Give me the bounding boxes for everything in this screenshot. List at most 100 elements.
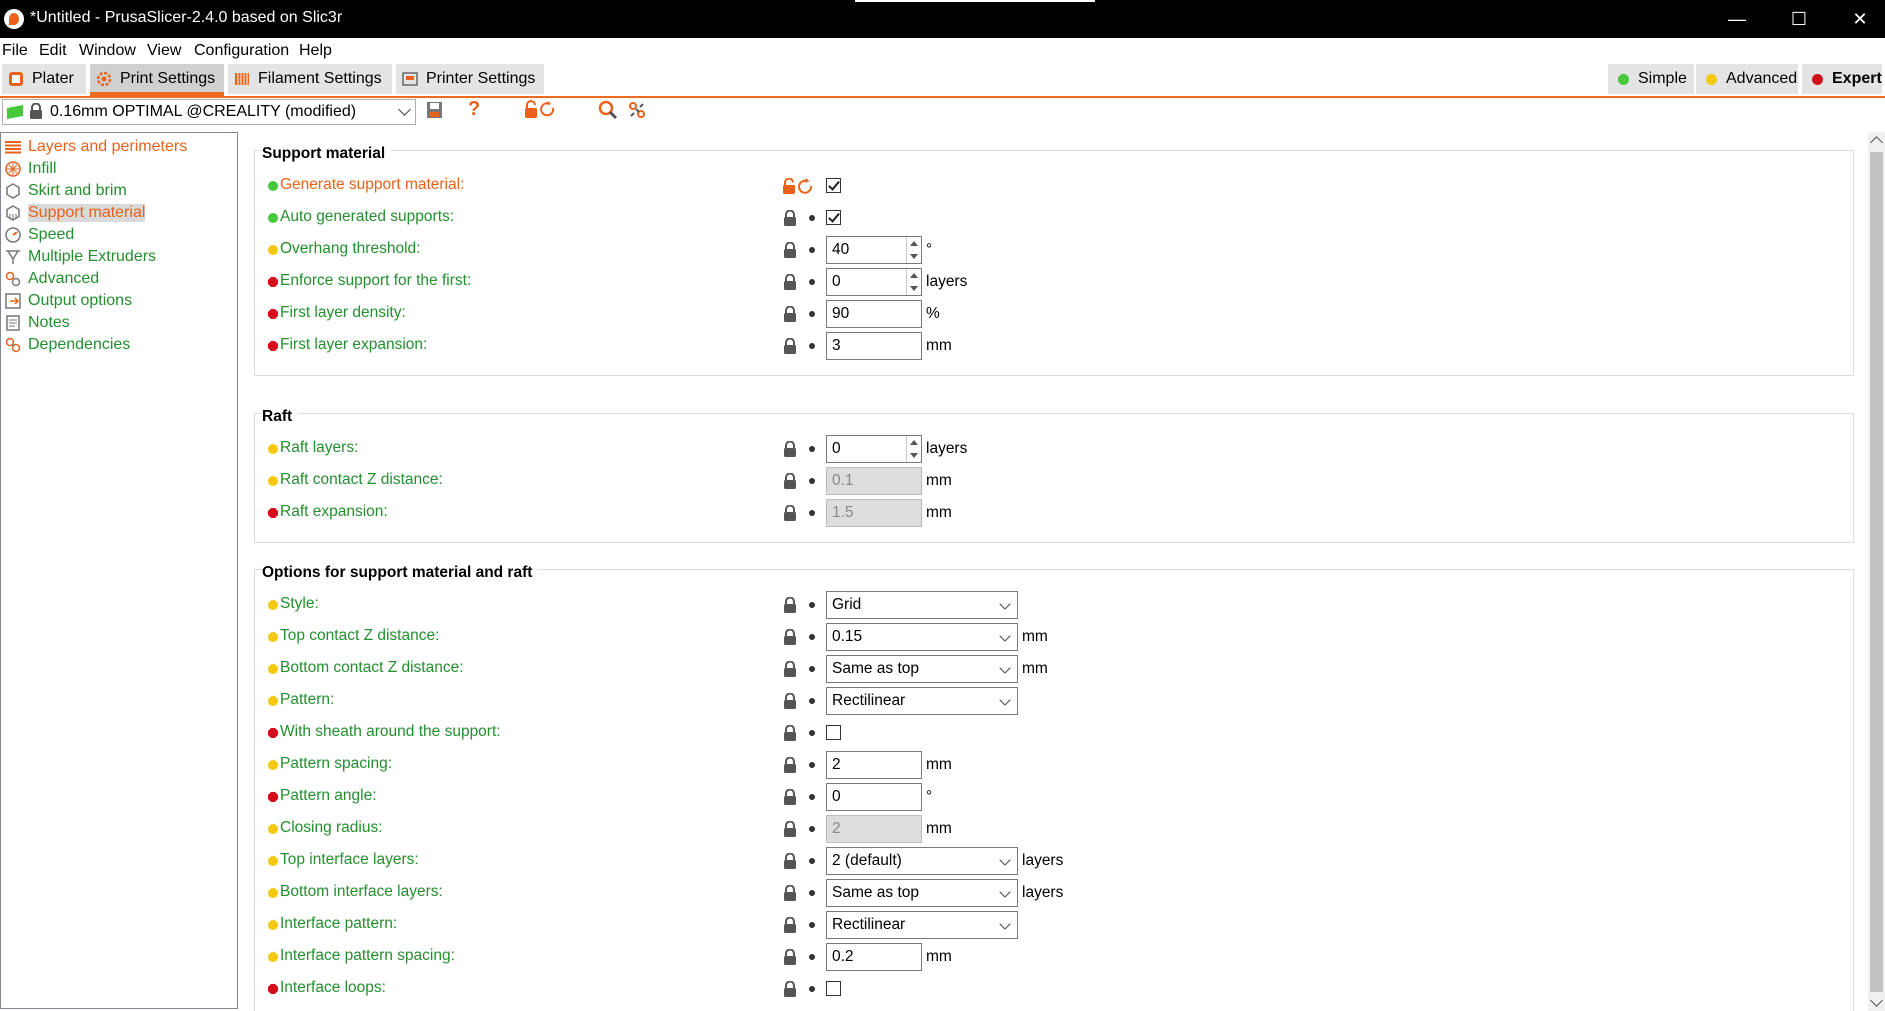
first-layer-density-input[interactable]: 90: [826, 300, 922, 328]
select-value: Rectilinear: [832, 692, 906, 709]
menu-edit[interactable]: Edit: [39, 42, 67, 60]
interface-loops-checkbox[interactable]: [826, 981, 841, 996]
undo-dot-icon[interactable]: [809, 858, 815, 864]
with-sheath-around-the-support-checkbox[interactable]: [826, 725, 841, 740]
lock-icon[interactable]: [783, 820, 797, 837]
tab-print-settings[interactable]: Print Settings: [90, 64, 224, 96]
raft-layers-spinner[interactable]: 0: [826, 435, 922, 463]
undo-dot-icon[interactable]: [809, 602, 815, 608]
field-value: 0: [832, 788, 841, 805]
undo-dot-icon[interactable]: [809, 698, 815, 704]
undo-dot-icon[interactable]: [809, 510, 815, 516]
compare-lock-undo-icon[interactable]: [524, 100, 558, 120]
lock-icon[interactable]: [783, 596, 797, 613]
undo-dot-icon[interactable]: [809, 762, 815, 768]
mode-expert-button[interactable]: Expert: [1802, 64, 1882, 94]
lock-icon[interactable]: [783, 660, 797, 677]
top-interface-layers-select[interactable]: 2 (default): [826, 847, 1018, 875]
close-button[interactable]: ✕: [1845, 6, 1875, 32]
pattern-select[interactable]: Rectilinear: [826, 687, 1018, 715]
lock-icon[interactable]: [783, 305, 797, 322]
pattern-angle-input[interactable]: 0: [826, 783, 922, 811]
undo-dot-icon[interactable]: [809, 954, 815, 960]
lock-icon[interactable]: [783, 440, 797, 457]
undo-dot-icon[interactable]: [809, 247, 815, 253]
scroll-down-icon[interactable]: [1870, 994, 1883, 1007]
bottom-contact-z-distance-select[interactable]: Same as top: [826, 655, 1018, 683]
auto-generated-supports-checkbox[interactable]: [826, 210, 841, 225]
undo-dot-icon[interactable]: [809, 446, 815, 452]
lock-icon[interactable]: [783, 724, 797, 741]
sidebar-item-label: Advanced: [28, 270, 100, 287]
search-icon[interactable]: [598, 100, 618, 120]
field-value: 40: [832, 241, 850, 258]
bottom-interface-layers-select[interactable]: Same as top: [826, 879, 1018, 907]
lock-icon[interactable]: [783, 209, 797, 226]
menu-help[interactable]: Help: [299, 42, 332, 60]
tab-filament-settings[interactable]: Filament Settings: [228, 64, 392, 94]
minimize-button[interactable]: —: [1722, 6, 1752, 32]
advanced-icon: [5, 271, 21, 287]
undo-dot-icon[interactable]: [809, 890, 815, 896]
undo-dot-icon[interactable]: [809, 343, 815, 349]
undo-dot-icon[interactable]: [809, 826, 815, 832]
interface-pattern-spacing-input[interactable]: 0.2: [826, 943, 922, 971]
vertical-scrollbar[interactable]: [1868, 132, 1885, 1011]
lock-icon[interactable]: [783, 273, 797, 290]
mode-advanced-button[interactable]: Advanced: [1696, 64, 1798, 94]
tab-printer-settings[interactable]: Printer Settings: [396, 64, 544, 94]
lock-icon[interactable]: [783, 916, 797, 933]
help-icon[interactable]: ?: [468, 98, 480, 121]
menu-configuration[interactable]: Configuration: [194, 42, 289, 60]
mode-simple-button[interactable]: Simple: [1608, 64, 1694, 94]
unlocked-undo-icon[interactable]: [782, 177, 816, 194]
lock-icon[interactable]: [783, 504, 797, 521]
select-value: Same as top: [832, 660, 920, 677]
interface-pattern-select[interactable]: Rectilinear: [826, 911, 1018, 939]
lock-icon[interactable]: [783, 472, 797, 489]
first-layer-expansion-input[interactable]: 3: [826, 332, 922, 360]
scroll-up-icon[interactable]: [1870, 136, 1883, 149]
spin-arrows-icon[interactable]: [906, 436, 921, 462]
undo-dot-icon[interactable]: [809, 478, 815, 484]
support-icon: [6, 205, 20, 221]
lock-icon[interactable]: [783, 948, 797, 965]
tab-plater[interactable]: Plater: [2, 64, 86, 94]
settings-panel: Support material Generate support materia…: [240, 132, 1865, 1011]
undo-dot-icon[interactable]: [809, 794, 815, 800]
lock-icon[interactable]: [783, 241, 797, 258]
lock-icon[interactable]: [783, 628, 797, 645]
lock-icon[interactable]: [783, 692, 797, 709]
save-preset-icon[interactable]: [426, 101, 443, 119]
style-select[interactable]: Grid: [826, 591, 1018, 619]
lock-icon[interactable]: [783, 980, 797, 997]
maximize-button[interactable]: ☐: [1784, 6, 1814, 32]
spin-arrows-icon[interactable]: [906, 237, 921, 263]
lock-icon[interactable]: [783, 337, 797, 354]
extruders-icon: [6, 250, 20, 264]
menu-window[interactable]: Window: [79, 42, 136, 60]
overhang-threshold-spinner[interactable]: 40: [826, 236, 922, 264]
compare-presets-icon[interactable]: [627, 100, 647, 120]
generate-support-material-checkbox[interactable]: [826, 178, 841, 193]
undo-dot-icon[interactable]: [809, 730, 815, 736]
lock-icon[interactable]: [783, 852, 797, 869]
undo-dot-icon[interactable]: [809, 311, 815, 317]
lock-icon[interactable]: [783, 756, 797, 773]
pattern-spacing-input[interactable]: 2: [826, 751, 922, 779]
undo-dot-icon[interactable]: [809, 922, 815, 928]
undo-dot-icon[interactable]: [809, 634, 815, 640]
lock-icon[interactable]: [783, 788, 797, 805]
undo-dot-icon[interactable]: [809, 215, 815, 221]
undo-dot-icon[interactable]: [809, 986, 815, 992]
undo-dot-icon[interactable]: [809, 279, 815, 285]
top-contact-z-distance-select[interactable]: 0.15: [826, 623, 1018, 651]
menu-file[interactable]: File: [2, 42, 28, 60]
undo-dot-icon[interactable]: [809, 666, 815, 672]
scrollbar-thumb[interactable]: [1870, 152, 1883, 992]
menu-view[interactable]: View: [147, 42, 181, 60]
preset-select[interactable]: 0.16mm OPTIMAL @CREALITY (modified): [2, 99, 416, 125]
lock-icon[interactable]: [783, 884, 797, 901]
spin-arrows-icon[interactable]: [906, 269, 921, 295]
enforce-support-for-the-first-spinner[interactable]: 0: [826, 268, 922, 296]
